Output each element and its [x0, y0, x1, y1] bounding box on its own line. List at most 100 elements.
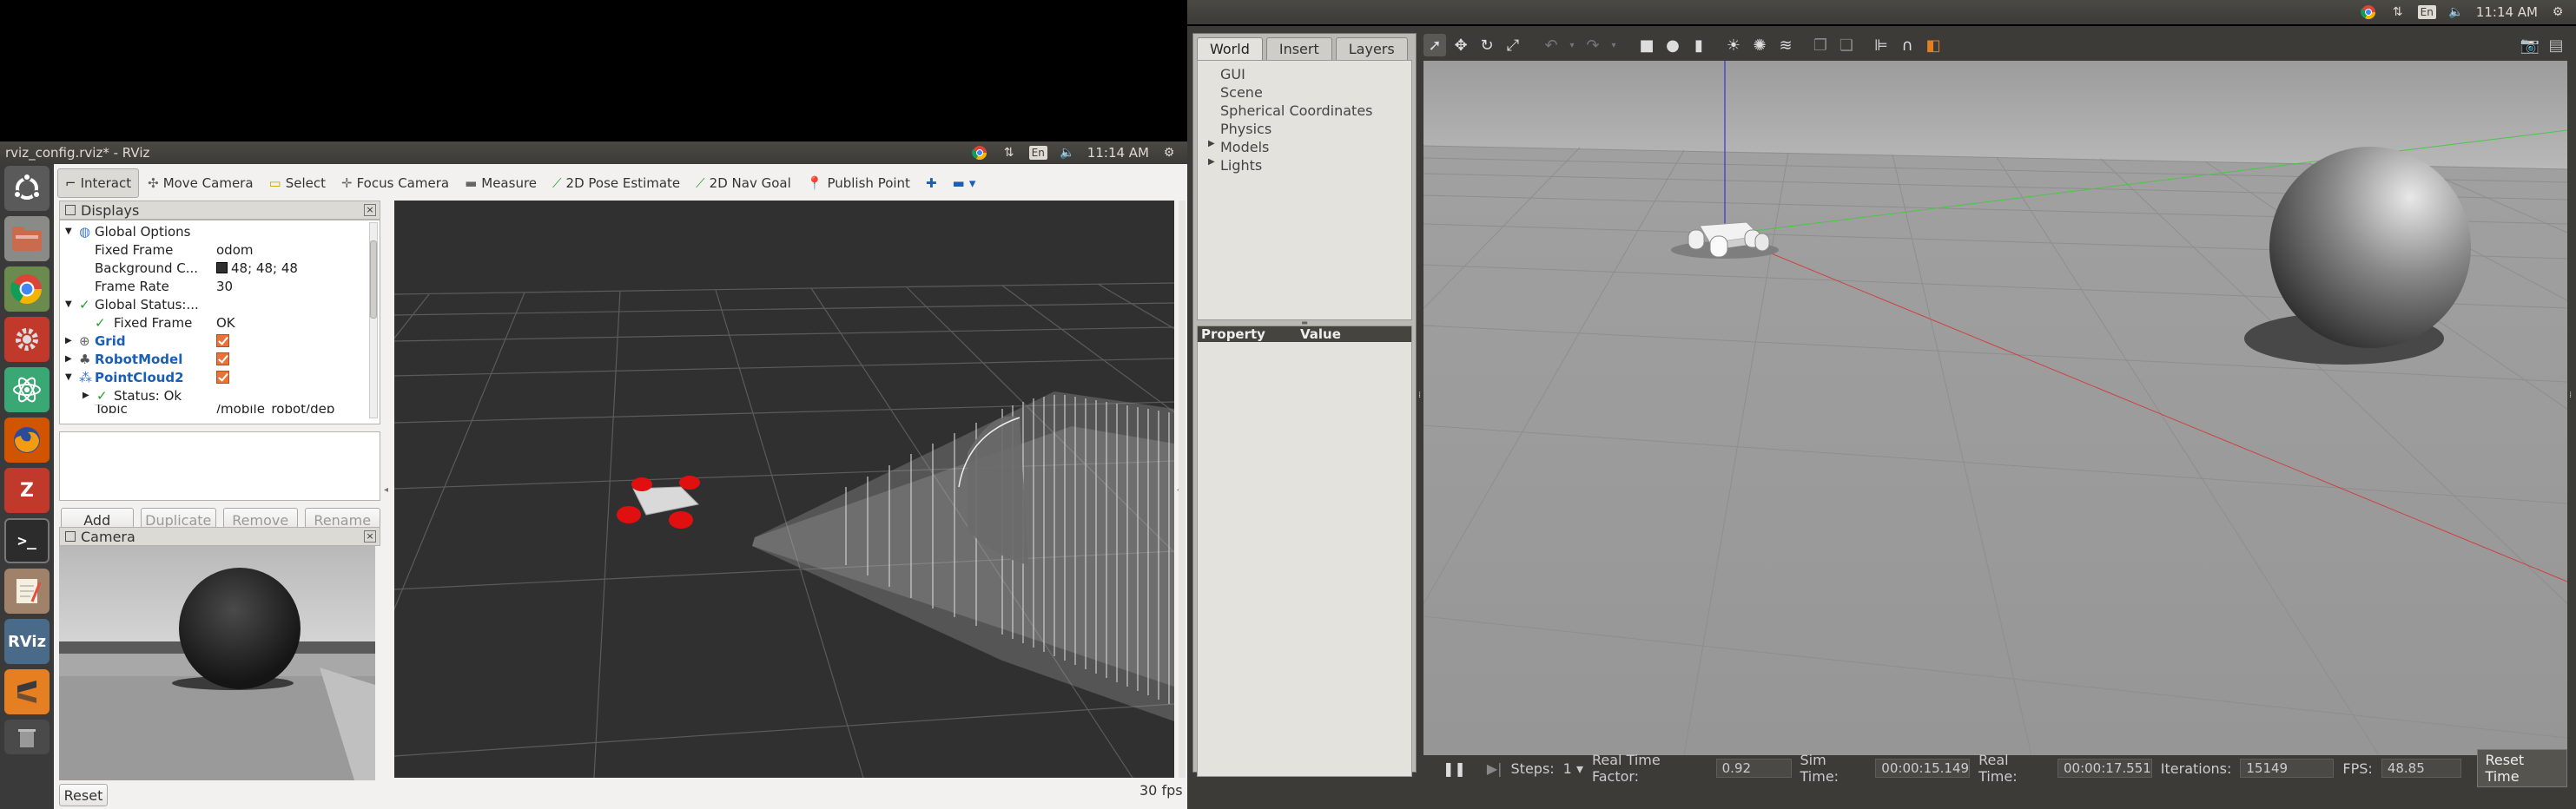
rviz-icon[interactable]: RViz: [4, 619, 50, 664]
pause-icon[interactable]: ❚❚: [1443, 760, 1466, 777]
publish-point-tool[interactable]: 📍 Publish Point: [800, 168, 917, 198]
undo-icon[interactable]: ↶: [1540, 34, 1562, 56]
screenshot-icon[interactable]: 📷: [2519, 34, 2541, 56]
chrome-tray-icon[interactable]: [970, 143, 989, 162]
right-scrollbar[interactable]: [1179, 201, 1186, 778]
reset-button[interactable]: Reset: [59, 784, 108, 806]
expand-arrow-icon[interactable]: ▼: [65, 299, 72, 309]
robot-model-enabled-checkbox[interactable]: [216, 352, 229, 365]
directional-light-icon[interactable]: ≋: [1774, 34, 1797, 56]
tree-row-robot-model[interactable]: ▶ ♣ RobotModel: [60, 350, 380, 368]
world-item-lights[interactable]: ▶ Lights: [1198, 157, 1411, 175]
pose-estimate-tool[interactable]: ⟋ 2D Pose Estimate: [545, 168, 687, 198]
redo-icon[interactable]: ↷: [1582, 34, 1604, 56]
snap-icon[interactable]: ∩: [1896, 34, 1919, 56]
copy-icon[interactable]: ❐: [1809, 34, 1832, 56]
left-splitter-handle[interactable]: ◂: [384, 485, 389, 495]
steps-value[interactable]: 1 ▾: [1563, 760, 1583, 777]
spot-light-icon[interactable]: ✺: [1748, 34, 1771, 56]
close-icon[interactable]: ×: [364, 530, 376, 543]
world-item-spherical[interactable]: Spherical Coordinates: [1198, 102, 1411, 121]
measure-tool[interactable]: ▬ Measure: [458, 168, 544, 198]
tree-row-pointcloud[interactable]: ▼ ⁂ PointCloud2: [60, 368, 380, 386]
translate-mode-icon[interactable]: ✥: [1450, 34, 1472, 56]
chrome-tray-icon[interactable]: [2359, 3, 2378, 22]
tree-row-grid[interactable]: ▶ ⊕ Grid: [60, 332, 380, 350]
close-icon[interactable]: ×: [364, 204, 376, 216]
gear-icon[interactable]: ⚙: [2548, 3, 2567, 22]
align-icon[interactable]: ⊫: [1870, 34, 1892, 56]
move-camera-tool[interactable]: ✣ Move Camera: [141, 168, 260, 198]
network-icon[interactable]: ⇅: [1000, 143, 1019, 162]
tree-row-topic[interactable]: Topic/mobile_robot/dep: [60, 404, 380, 413]
chrome-icon[interactable]: [4, 266, 50, 312]
world-item-models[interactable]: ▶ Models: [1198, 139, 1411, 157]
trash-icon[interactable]: [4, 720, 50, 754]
step-icon[interactable]: ▶|: [1487, 760, 1503, 777]
expand-arrow-icon[interactable]: ▶: [1208, 139, 1220, 157]
focus-camera-tool[interactable]: ✛ Focus Camera: [334, 168, 456, 198]
left-clock[interactable]: 11:14 AM: [1087, 145, 1149, 161]
scale-mode-icon[interactable]: ⤢: [1502, 34, 1524, 56]
nav-goal-tool[interactable]: ⟋ 2D Nav Goal: [689, 168, 798, 198]
tree-row-fixed-frame-status[interactable]: ✓ Fixed Frame OK: [60, 313, 380, 332]
world-item-physics[interactable]: Physics: [1198, 121, 1411, 139]
firefox-icon[interactable]: [4, 418, 50, 463]
volume-icon[interactable]: 🔈: [2447, 3, 2466, 22]
pointcloud-enabled-checkbox[interactable]: [216, 371, 229, 384]
tree-row-global-options[interactable]: ▼ ◍ Global Options: [60, 222, 380, 240]
redo-dropdown-icon[interactable]: ▾: [1608, 34, 1620, 56]
right-panel-splitter[interactable]: ⁞: [2569, 391, 2574, 401]
terminal-icon[interactable]: >_: [4, 518, 50, 563]
select-mode-icon[interactable]: ➚: [1423, 34, 1446, 56]
log-icon[interactable]: ▤: [2545, 34, 2567, 56]
sphere-shape-icon[interactable]: ●: [1661, 34, 1684, 56]
tab-insert[interactable]: Insert: [1265, 37, 1332, 60]
collapse-arrow-icon[interactable]: ▶: [65, 336, 72, 345]
tree-scrollbar[interactable]: [369, 222, 378, 418]
rotate-mode-icon[interactable]: ↻: [1476, 34, 1498, 56]
tree-row-background[interactable]: Background C... 48; 48; 48: [60, 259, 380, 277]
sublime-icon[interactable]: [4, 669, 50, 714]
collapse-arrow-icon[interactable]: ▶: [65, 354, 72, 364]
tree-row-fixed-frame[interactable]: Fixed Frame odom: [60, 240, 380, 259]
world-item-gui[interactable]: GUI: [1198, 66, 1411, 84]
reset-time-button[interactable]: Reset Time: [2477, 749, 2567, 787]
paste-icon[interactable]: ❏: [1835, 34, 1858, 56]
zotero-icon[interactable]: Z: [4, 468, 50, 513]
text-editor-icon[interactable]: [4, 569, 50, 614]
tab-layers[interactable]: Layers: [1335, 37, 1408, 60]
select-tool[interactable]: ▭ Select: [262, 168, 333, 198]
network-icon[interactable]: ⇅: [2388, 3, 2408, 22]
expand-arrow-icon[interactable]: ▼: [65, 227, 72, 236]
right-clock[interactable]: 11:14 AM: [2476, 4, 2538, 20]
expand-arrow-icon[interactable]: ▼: [65, 372, 72, 382]
tree-row-global-status[interactable]: ▼ ✓ Global Status:...: [60, 295, 380, 313]
volume-icon[interactable]: 🔈: [1058, 143, 1077, 162]
collapse-arrow-icon[interactable]: ▶: [83, 391, 89, 400]
rviz-3d-view[interactable]: [394, 201, 1174, 778]
point-light-icon[interactable]: ☀: [1722, 34, 1745, 56]
files-icon[interactable]: [4, 216, 50, 261]
grid-enabled-checkbox[interactable]: [216, 334, 229, 347]
view-angle-icon[interactable]: ◧: [1922, 34, 1945, 56]
keyboard-lang-indicator[interactable]: En: [2417, 5, 2436, 19]
box-shape-icon[interactable]: ■: [1635, 34, 1658, 56]
keyboard-lang-indicator[interactable]: En: [1028, 146, 1047, 160]
expand-arrow-icon[interactable]: ▶: [1208, 157, 1220, 175]
system-settings-icon[interactable]: [4, 317, 50, 362]
atom-icon[interactable]: [4, 367, 50, 412]
interact-tool[interactable]: ⌐ Interact: [57, 168, 140, 198]
gazebo-3d-scene[interactable]: [1423, 61, 2567, 755]
tree-row-frame-rate[interactable]: Frame Rate 30: [60, 277, 380, 295]
tree-row-status-ok[interactable]: ▶ ✓ Status: Ok: [60, 386, 380, 404]
tab-world[interactable]: World: [1197, 37, 1263, 60]
add-tool-button[interactable]: ✚: [919, 168, 944, 198]
ubuntu-dash-icon[interactable]: [4, 166, 50, 211]
world-item-scene[interactable]: Scene: [1198, 84, 1411, 102]
gear-icon[interactable]: ⚙: [1159, 143, 1179, 162]
remove-tool-button[interactable]: ▬ ▾: [946, 168, 983, 198]
robot-model: [617, 476, 700, 529]
cylinder-shape-icon[interactable]: ▮: [1688, 34, 1710, 56]
undo-dropdown-icon[interactable]: ▾: [1566, 34, 1578, 56]
